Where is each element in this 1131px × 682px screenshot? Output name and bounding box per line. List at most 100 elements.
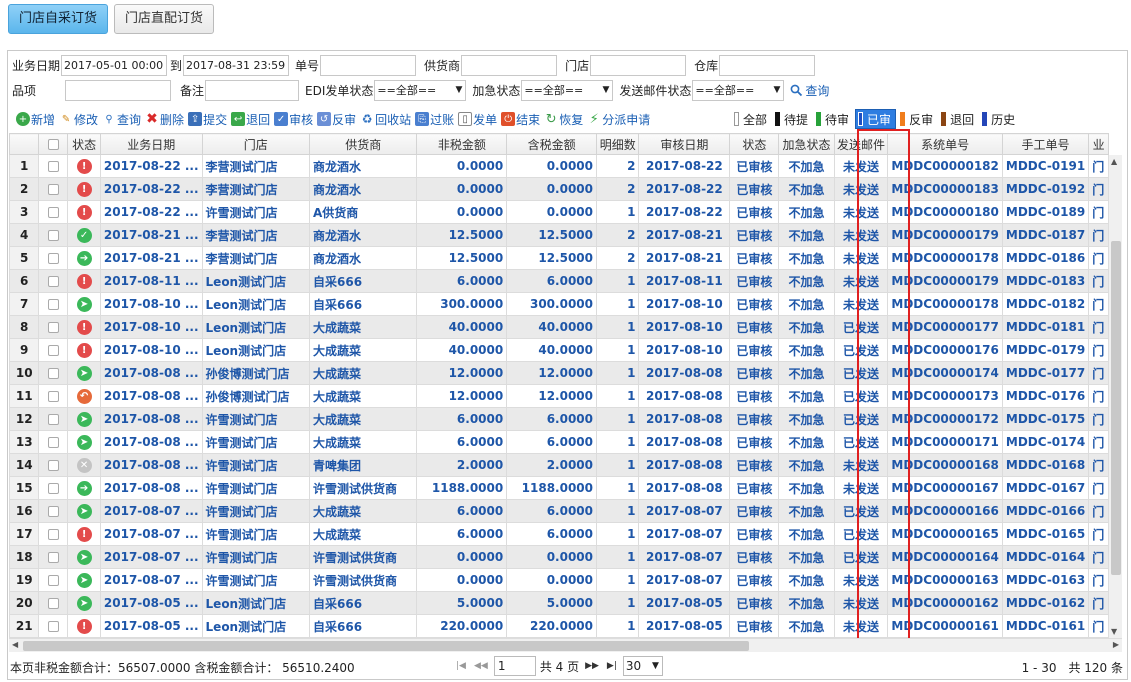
item-input[interactable] bbox=[65, 79, 171, 101]
order-no-input[interactable] bbox=[320, 54, 417, 76]
row-checkbox[interactable] bbox=[47, 184, 59, 195]
table-row[interactable]: 20 ➤ 2017-08-05 ... Leon测试门店 自采666 5.0000 5.00… bbox=[9, 591, 1109, 615]
edi-status-select[interactable]: ==全部== ▼ bbox=[374, 79, 467, 101]
row-checkbox[interactable] bbox=[47, 391, 59, 402]
row-checkbox[interactable] bbox=[47, 276, 59, 287]
table-row[interactable]: 14 ✕ 2017-08-08 ... 许雪测试门店 青啤集团 2.0000 2.0000 1… bbox=[9, 453, 1109, 477]
column-header[interactable]: 审核日期 bbox=[638, 133, 731, 155]
horizontal-scrollbar[interactable]: ◀ ▶ bbox=[9, 638, 1122, 652]
row-checkbox-cell[interactable] bbox=[38, 223, 69, 247]
status-filter-audited[interactable]: 已审 bbox=[855, 109, 897, 129]
page-size-select[interactable]: 30 ▼ bbox=[622, 656, 663, 676]
table-row[interactable]: 12 ➤ 2017-08-08 ... 许雪测试门店 大成蔬菜 6.0000 6.0000 1… bbox=[9, 407, 1109, 431]
row-checkbox[interactable] bbox=[47, 529, 59, 540]
row-checkbox[interactable] bbox=[47, 299, 59, 310]
warehouse-input[interactable] bbox=[719, 54, 816, 76]
audit-button[interactable]: ✓ 审核 bbox=[274, 111, 313, 128]
table-row[interactable]: 17! 2017-08-07 ... 许雪测试门店 大成蔬菜 6.0000 6.0000 1… bbox=[9, 522, 1109, 546]
row-checkbox-cell[interactable] bbox=[38, 591, 69, 615]
urgent-status-select[interactable]: ==全部== ▼ bbox=[521, 79, 614, 101]
column-header[interactable]: 手工单号 bbox=[1001, 133, 1090, 155]
row-checkbox-cell[interactable] bbox=[38, 407, 69, 431]
status-filter-all[interactable]: 全部 bbox=[732, 109, 771, 129]
scroll-left-icon[interactable]: ◀ bbox=[12, 640, 18, 649]
post-button[interactable]: ⎘ 过账 bbox=[415, 111, 454, 128]
edit-button[interactable]: ✎ 修改 bbox=[59, 111, 98, 128]
recycle-bin-button[interactable]: ♻ 回收站 bbox=[360, 111, 411, 128]
prev-page-icon[interactable]: ◀◀ bbox=[472, 661, 490, 671]
query-button[interactable]: ⚲ 查询 bbox=[102, 111, 141, 128]
assign-request-button[interactable]: ⚡ 分派申请 bbox=[587, 111, 651, 128]
scroll-up-icon[interactable]: ▲ bbox=[1111, 157, 1117, 166]
row-checkbox-cell[interactable] bbox=[38, 246, 69, 270]
row-checkbox[interactable] bbox=[47, 437, 59, 448]
table-row[interactable]: 8! 2017-08-10 ... Leon测试门店 大成蔬菜 40.0000 40.00… bbox=[9, 315, 1109, 339]
row-checkbox-cell[interactable] bbox=[38, 292, 69, 316]
column-header[interactable]: 状态 bbox=[67, 133, 101, 155]
column-header[interactable]: 门店 bbox=[201, 133, 311, 155]
row-checkbox-cell[interactable] bbox=[38, 476, 69, 500]
row-checkbox-cell[interactable] bbox=[38, 453, 69, 477]
unaudit-button[interactable]: ↺ 反审 bbox=[317, 111, 356, 128]
row-checkbox-cell[interactable] bbox=[38, 522, 69, 546]
select-all-header[interactable] bbox=[38, 133, 69, 155]
row-checkbox-cell[interactable] bbox=[38, 499, 69, 523]
vertical-scroll-thumb[interactable] bbox=[1111, 241, 1121, 575]
table-row[interactable]: 13 ➤ 2017-08-08 ... 许雪测试门店 大成蔬菜 6.0000 6.0000 1… bbox=[9, 430, 1109, 454]
column-header[interactable]: 业 bbox=[1088, 133, 1109, 155]
date-from-input[interactable]: 2017-05-01 00:00 bbox=[61, 54, 168, 76]
row-checkbox[interactable] bbox=[47, 322, 59, 333]
table-row[interactable]: 10 ➤ 2017-08-08 ... 孙俊博测试门店 大成蔬菜 12.0000 12.00… bbox=[9, 361, 1109, 385]
table-row[interactable]: 4 ✓ 2017-08-21 ... 李营测试门店 商龙酒水 12.5000 12.5000… bbox=[9, 223, 1109, 247]
last-page-icon[interactable]: ▶| bbox=[605, 661, 619, 671]
column-header[interactable]: 发送邮件 bbox=[833, 133, 889, 155]
row-checkbox[interactable] bbox=[47, 207, 59, 218]
row-checkbox[interactable] bbox=[47, 230, 59, 241]
row-checkbox[interactable] bbox=[47, 368, 59, 379]
row-checkbox[interactable] bbox=[47, 506, 59, 517]
mail-status-select[interactable]: ==全部== ▼ bbox=[692, 79, 785, 101]
table-row[interactable]: 1! 2017-08-22 ... 李营测试门店 商龙酒水 0.0000 0.0000 2 2… bbox=[9, 154, 1109, 178]
table-row[interactable]: 21! 2017-08-05 ... Leon测试门店 自采666 220.0000 22… bbox=[9, 614, 1109, 638]
row-checkbox[interactable] bbox=[47, 161, 59, 172]
column-header[interactable]: 系统单号 bbox=[887, 133, 1003, 155]
table-row[interactable]: 11 ↶ 2017-08-08 ... 孙俊博测试门店 大成蔬菜 12.0000 12.00… bbox=[9, 384, 1109, 408]
column-header[interactable]: 明细数 bbox=[595, 133, 640, 155]
row-checkbox[interactable] bbox=[47, 552, 59, 563]
date-to-input[interactable]: 2017-08-31 23:59 bbox=[183, 54, 290, 76]
tab-direct-delivery[interactable]: 门店直配订货 bbox=[114, 4, 215, 34]
submit-button[interactable]: ⇪ 提交 bbox=[188, 111, 227, 128]
supplier-input[interactable] bbox=[461, 54, 558, 76]
table-row[interactable]: 3! 2017-08-22 ... 许雪测试门店 A供货商 0.0000 0.0000 1 2… bbox=[9, 200, 1109, 224]
status-filter-history[interactable]: 历史 bbox=[980, 109, 1019, 129]
vertical-scrollbar[interactable]: ▲ ▼ bbox=[1108, 155, 1122, 638]
remark-input[interactable] bbox=[205, 79, 300, 101]
row-checkbox-cell[interactable] bbox=[38, 430, 69, 454]
table-row[interactable]: 18 ➤ 2017-08-07 ... 许雪测试门店 许雪测试供货商 0.0000 0.00… bbox=[9, 545, 1109, 569]
status-filter-unaudited[interactable]: 反审 bbox=[898, 109, 937, 129]
row-checkbox-cell[interactable] bbox=[38, 200, 69, 224]
row-checkbox-cell[interactable] bbox=[38, 545, 69, 569]
status-filter-pending-submit[interactable]: 待提 bbox=[773, 109, 812, 129]
scroll-right-icon[interactable]: ▶ bbox=[1113, 640, 1119, 649]
store-input[interactable] bbox=[590, 54, 687, 76]
table-row[interactable]: 19 ➤ 2017-08-07 ... 许雪测试门店 许雪测试供货商 0.0000 0.00… bbox=[9, 568, 1109, 592]
row-checkbox-cell[interactable] bbox=[38, 269, 69, 293]
table-row[interactable]: 2! 2017-08-22 ... 李营测试门店 商龙酒水 0.0000 0.0000 2 2… bbox=[9, 177, 1109, 201]
row-checkbox[interactable] bbox=[47, 621, 59, 632]
row-checkbox[interactable] bbox=[47, 598, 59, 609]
select-all-checkbox[interactable] bbox=[47, 139, 59, 150]
row-checkbox-cell[interactable] bbox=[38, 338, 69, 362]
horizontal-scroll-thumb[interactable] bbox=[23, 641, 749, 651]
column-header[interactable]: 状态 bbox=[729, 133, 780, 155]
table-row[interactable]: 15 ➔ 2017-08-08 ... 许雪测试门店 许雪测试供货商 1188.0000 1… bbox=[9, 476, 1109, 500]
search-button[interactable]: 查询 bbox=[790, 82, 829, 99]
first-page-icon[interactable]: |◀ bbox=[454, 661, 468, 671]
table-row[interactable]: 7 ➤ 2017-08-10 ... Leon测试门店 自采666 300.0000 300… bbox=[9, 292, 1109, 316]
restore-button[interactable]: ↻ 恢复 bbox=[544, 111, 583, 128]
row-checkbox[interactable] bbox=[47, 414, 59, 425]
table-row[interactable]: 6! 2017-08-11 ... Leon测试门店 自采666 6.0000 6.000… bbox=[9, 269, 1109, 293]
row-checkbox-cell[interactable] bbox=[38, 154, 69, 178]
row-checkbox[interactable] bbox=[47, 483, 59, 494]
row-checkbox-cell[interactable] bbox=[38, 361, 69, 385]
